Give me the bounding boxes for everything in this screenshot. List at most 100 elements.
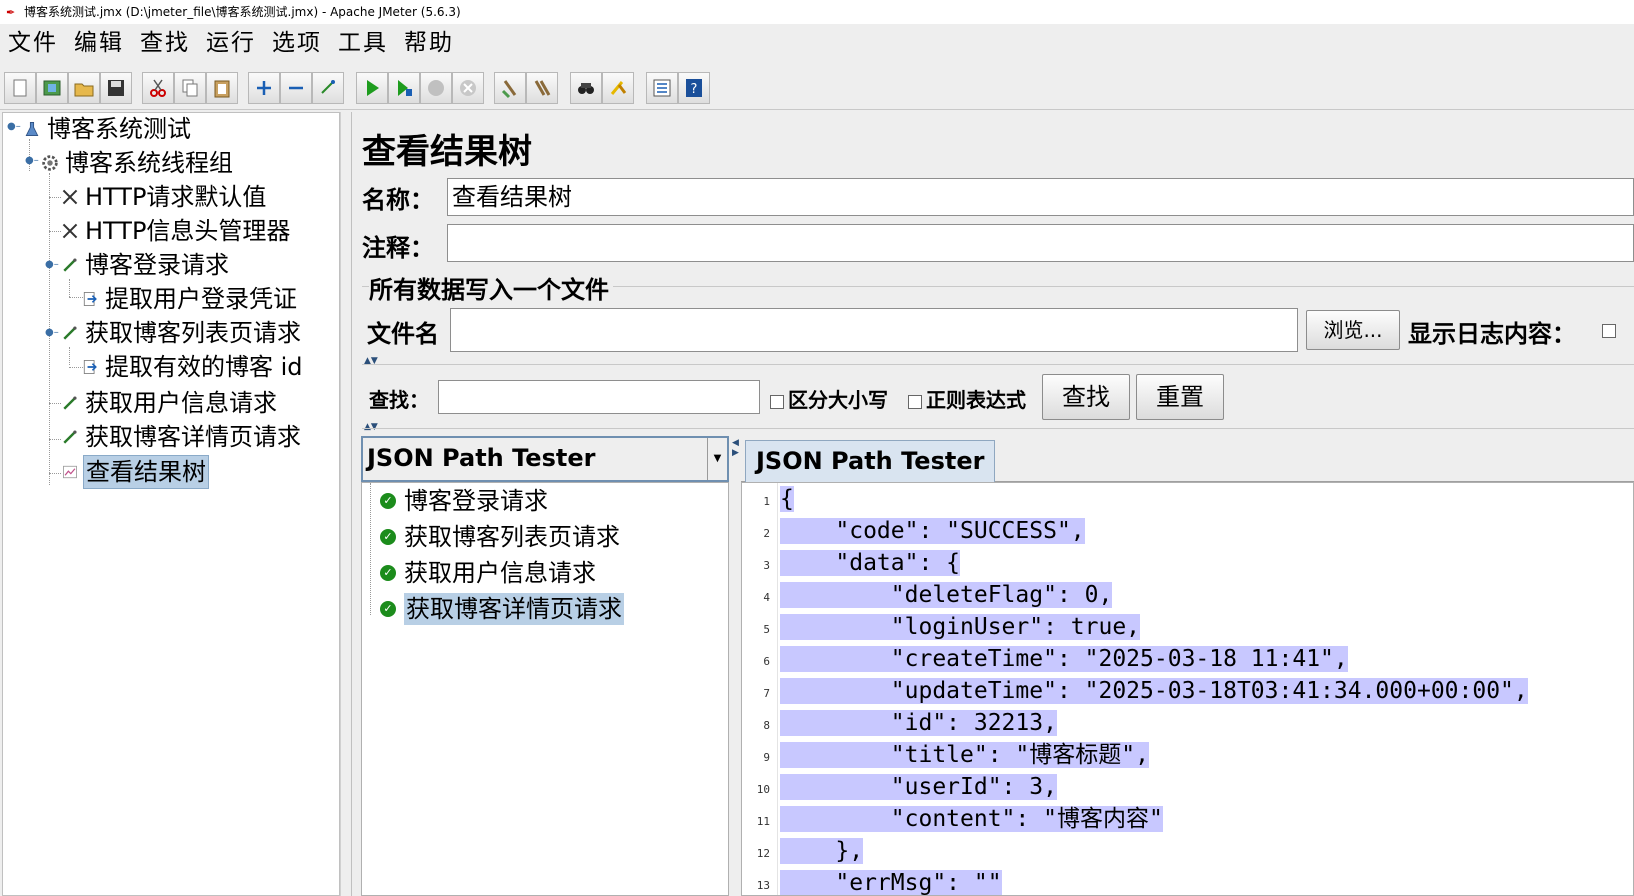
result-item[interactable]: ✓ 博客登录请求 — [380, 485, 548, 517]
result-item-selected[interactable]: ✓ 获取博客详情页请求 — [380, 593, 624, 625]
tree-node-login-request[interactable]: 博客登录请求 — [59, 249, 231, 281]
find-button[interactable]: 查找 — [1042, 374, 1130, 420]
expand-icon[interactable] — [248, 72, 280, 104]
code-line: "title": "博客标题", — [780, 739, 1149, 771]
comment-label: 注释： — [362, 234, 434, 262]
code-line: "errMsg": "" — [780, 867, 1002, 895]
pane-splitter[interactable] — [340, 112, 352, 896]
tree-collapse-handle[interactable]: ●– — [25, 155, 39, 166]
menu-help[interactable]: 帮助 — [396, 24, 462, 62]
result-item[interactable]: ✓ 获取博客列表页请求 — [380, 521, 620, 553]
tree-node-extract-blog-id[interactable]: 提取有效的博客 id — [79, 351, 305, 383]
sample-result-list[interactable]: ✓ 博客登录请求 ✓ 获取博客列表页请求 ✓ 获取用户信息请求 ✓ 获取博客详情页请求 — [361, 482, 729, 896]
result-item[interactable]: ✓ 获取用户信息请求 — [380, 557, 596, 589]
code-line: "userId": 3, — [780, 771, 1057, 803]
menu-options[interactable]: 选项 — [264, 24, 330, 62]
reset-search-icon[interactable] — [602, 72, 634, 104]
window-title: 博客系统测试.jmx (D:\jmeter_file\博客系统测试.jmx) -… — [24, 5, 461, 19]
tree-node-label: HTTP信息头管理器 — [85, 217, 291, 245]
filename-label: 文件名 — [367, 320, 439, 348]
menu-search[interactable]: 查找 — [132, 24, 198, 62]
menu-tools[interactable]: 工具 — [330, 24, 396, 62]
tab-json-path-tester[interactable]: JSON Path Tester — [745, 440, 996, 482]
code-text: }, — [780, 838, 864, 864]
thread-group-icon — [39, 152, 61, 174]
code-line: }, — [780, 835, 864, 867]
code-text: "id": 32213, — [780, 710, 1057, 736]
browse-button[interactable]: 浏览... — [1306, 310, 1400, 350]
filename-field[interactable] — [450, 308, 1298, 352]
line-number: 2 — [763, 527, 770, 540]
toggle-icon[interactable] — [312, 72, 344, 104]
tree-connector — [69, 347, 70, 365]
search-icon[interactable] — [570, 72, 602, 104]
copy-icon[interactable] — [174, 72, 206, 104]
window-title-bar: ✒ 博客系统测试.jmx (D:\jmeter_file\博客系统测试.jmx) … — [0, 0, 1634, 24]
tree-node-thread-group[interactable]: 博客系统线程组 — [39, 147, 235, 179]
line-number: 9 — [763, 751, 770, 764]
clear-all-icon[interactable] — [526, 72, 558, 104]
divider — [362, 428, 1634, 429]
tree-node-extract-credential[interactable]: 提取用户登录凭证 — [79, 283, 299, 315]
comment-field[interactable] — [447, 224, 1634, 262]
search-input[interactable] — [438, 380, 760, 414]
menu-edit[interactable]: 编辑 — [66, 24, 132, 62]
post-processor-icon — [79, 356, 101, 378]
code-text: "loginUser": true, — [780, 614, 1141, 640]
code-text: "code": "SUCCESS", — [780, 518, 1085, 544]
tree-node-view-results-tree[interactable]: 查看结果树 — [59, 455, 209, 489]
clear-icon[interactable] — [494, 72, 526, 104]
renderer-select[interactable]: JSON Path Tester ▼ — [361, 436, 729, 482]
tree-node-blog-detail-request[interactable]: 获取博客详情页请求 — [59, 421, 303, 453]
tree-collapse-handle[interactable]: ●– — [45, 327, 59, 338]
line-number: 1 — [763, 495, 770, 508]
tree-node-header-manager[interactable]: HTTP信息头管理器 — [59, 215, 292, 247]
tree-collapse-handle[interactable]: ●– — [45, 259, 59, 270]
name-field[interactable]: 查看结果树 — [447, 178, 1634, 216]
test-plan-tree[interactable]: ●– ●– ●– ●– 博客系统测试 博客系统线程组 HTTP请求默认值 HTT… — [2, 112, 340, 896]
menu-file[interactable]: 文件 — [0, 24, 66, 62]
line-number: 11 — [756, 815, 770, 828]
tree-node-user-info-request[interactable]: 获取用户信息请求 — [59, 387, 279, 419]
open-icon[interactable] — [68, 72, 100, 104]
tree-node-http-defaults[interactable]: HTTP请求默认值 — [59, 181, 268, 213]
shutdown-icon[interactable] — [452, 72, 484, 104]
tree-node-test-plan[interactable]: 博客系统测试 — [21, 113, 193, 145]
code-text: "userId": 3, — [780, 774, 1057, 800]
case-sensitive-checkbox[interactable] — [770, 394, 784, 409]
tree-node-blog-list-request[interactable]: 获取博客列表页请求 — [59, 317, 303, 349]
regex-checkbox[interactable] — [908, 394, 922, 409]
collapse-icon[interactable] — [280, 72, 312, 104]
save-icon[interactable] — [100, 72, 132, 104]
tree-node-label: 查看结果树 — [83, 455, 209, 489]
case-sensitive-option[interactable]: 区分大小写 — [770, 384, 888, 413]
success-shield-icon: ✓ — [380, 529, 396, 545]
menu-run[interactable]: 运行 — [198, 24, 264, 62]
page-title: 查看结果树 — [362, 132, 532, 172]
chevron-down-icon[interactable]: ▼ — [707, 438, 727, 480]
log-errors-checkbox[interactable] — [1602, 324, 1616, 338]
line-number: 3 — [763, 559, 770, 572]
regex-option[interactable]: 正则表达式 — [908, 384, 1026, 413]
collapse-arrows-icon[interactable]: ▲▼ — [364, 422, 378, 432]
start-no-pause-icon[interactable] — [388, 72, 420, 104]
split-arrows-icon[interactable]: ◀ ▶ — [732, 438, 739, 458]
function-helper-icon[interactable] — [646, 72, 678, 104]
new-icon[interactable] — [4, 72, 36, 104]
help-icon[interactable]: ? — [678, 72, 710, 104]
templates-icon[interactable] — [36, 72, 68, 104]
code-line: "id": 32213, — [780, 707, 1057, 739]
json-response-editor[interactable]: 1 2 3 4 5 6 7 8 9 10 11 12 13 { "code": … — [741, 482, 1634, 896]
paste-icon[interactable] — [206, 72, 238, 104]
tree-collapse-handle[interactable]: ●– — [7, 121, 21, 132]
test-plan-icon — [21, 118, 43, 140]
code-text: "deleteFlag": 0, — [780, 582, 1113, 608]
svg-text:?: ? — [691, 82, 698, 97]
reset-button[interactable]: 重置 — [1136, 374, 1224, 420]
cut-icon[interactable] — [142, 72, 174, 104]
line-number: 4 — [763, 591, 770, 604]
start-icon[interactable] — [356, 72, 388, 104]
line-number: 6 — [763, 655, 770, 668]
code-line: "data": { — [780, 547, 961, 579]
stop-icon[interactable] — [420, 72, 452, 104]
